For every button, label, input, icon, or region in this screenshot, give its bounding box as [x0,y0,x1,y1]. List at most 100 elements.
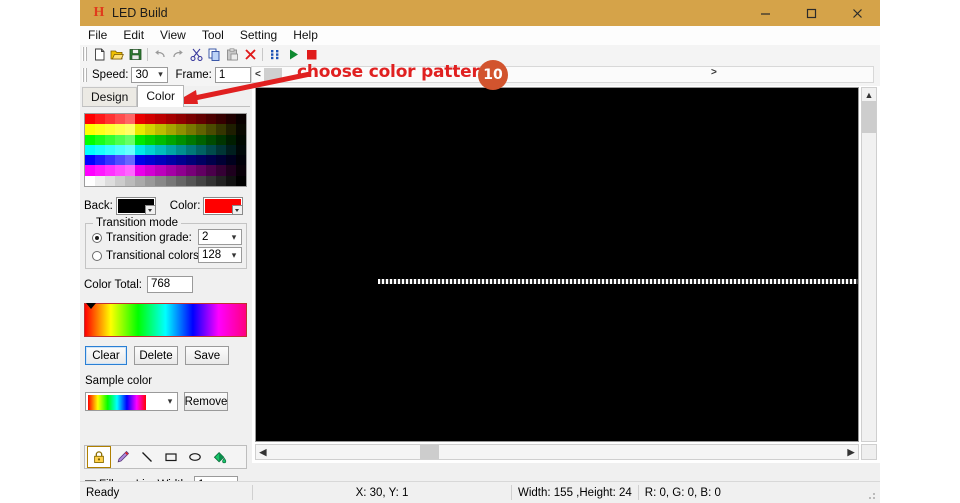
palette-cell[interactable] [205,134,216,145]
palette-cell[interactable] [115,155,126,166]
play-icon[interactable] [284,46,302,62]
palette-cell[interactable] [195,114,206,125]
cut-icon[interactable] [187,46,205,62]
palette-cell[interactable] [215,144,226,156]
menu-view[interactable]: View [152,26,194,45]
palette-cell[interactable] [185,134,196,145]
palette-cell[interactable] [85,155,96,166]
palette-cell[interactable] [175,114,186,125]
palette-cell[interactable] [195,144,206,156]
led-canvas[interactable] [255,87,859,442]
palette-cell[interactable] [225,144,236,156]
gradient-preview-bar[interactable] [84,303,247,337]
palette-cell[interactable] [175,155,186,166]
palette-cell[interactable] [195,175,206,186]
minimize-button[interactable] [742,0,788,26]
palette-cell[interactable] [165,124,176,135]
palette-cell[interactable] [85,114,96,125]
palette-cell[interactable] [175,144,186,156]
palette-cell[interactable] [115,165,126,176]
palette-cell[interactable] [205,124,216,135]
transition-grade-radio[interactable] [92,233,102,243]
toolbar-grip[interactable] [82,47,87,61]
palette-cell[interactable] [225,134,236,145]
palette-cell[interactable] [215,124,226,135]
save-button[interactable]: Save [185,346,229,365]
palette-cell[interactable] [155,124,166,135]
palette-cell[interactable] [115,134,126,145]
transitional-colors-radio[interactable] [92,251,102,261]
palette-cell[interactable] [145,155,156,166]
sample-color-select[interactable]: ▾ [85,392,178,411]
palette-cell[interactable] [205,155,216,166]
palette-cell[interactable] [95,175,106,186]
palette-cell[interactable] [135,144,146,156]
undo-icon[interactable] [151,46,169,62]
fore-color-picker[interactable] [203,197,244,215]
palette-cell[interactable] [85,124,96,135]
grid-icon[interactable] [266,46,284,62]
palette-cell[interactable] [175,165,186,176]
palette-cell[interactable] [195,155,206,166]
vertical-scroll-thumb[interactable] [862,101,876,133]
palette-cell[interactable] [205,165,216,176]
palette-cell[interactable] [115,175,126,186]
palette-cell[interactable] [145,114,156,125]
palette-cell[interactable] [135,124,146,135]
menu-tool[interactable]: Tool [194,26,232,45]
palette-cell[interactable] [165,155,176,166]
palette-cell[interactable] [185,124,196,135]
palette-cell[interactable] [145,124,156,135]
horizontal-scroll-thumb[interactable] [420,445,439,459]
ellipse-icon[interactable] [183,446,207,468]
palette-cell[interactable] [155,165,166,176]
palette-cell[interactable] [175,124,186,135]
vertical-scrollbar[interactable]: ▲ [861,87,877,442]
palette-cell[interactable] [95,114,106,125]
palette-cell[interactable] [225,155,236,166]
palette-cell[interactable] [155,155,166,166]
palette-cell[interactable] [85,134,96,145]
palette-cell[interactable] [235,134,246,145]
lock-icon[interactable] [87,446,111,468]
palette-cell[interactable] [185,165,196,176]
palette-cell[interactable] [115,124,126,135]
palette-cell[interactable] [215,175,226,186]
palette-cell[interactable] [215,134,226,145]
palette-cell[interactable] [175,175,186,186]
chevron-down-icon[interactable] [144,205,155,214]
palette-cell[interactable] [185,144,196,156]
palette-cell[interactable] [125,155,136,166]
palette-cell[interactable] [165,144,176,156]
palette-cell[interactable] [185,155,196,166]
palette-cell[interactable] [95,134,106,145]
pencil-icon[interactable] [111,446,135,468]
palette-cell[interactable] [105,155,116,166]
palette-cell[interactable] [145,134,156,145]
palette-cell[interactable] [145,165,156,176]
palette-cell[interactable] [235,144,246,156]
palette-cell[interactable] [215,155,226,166]
stop-icon[interactable] [302,46,320,62]
speedbar-grip[interactable] [82,67,87,82]
palette-cell[interactable] [125,134,136,145]
save-icon[interactable] [126,46,144,62]
horizontal-scrollbar[interactable]: ◀ ▶ [255,444,859,460]
tab-color[interactable]: Color [137,85,185,107]
palette-cell[interactable] [135,134,146,145]
clear-button[interactable]: Clear [85,346,127,365]
palette-cell[interactable] [105,114,116,125]
palette-cell[interactable] [105,124,116,135]
color-total-input[interactable]: 768 [146,276,193,293]
palette-cell[interactable] [185,175,196,186]
palette-cell[interactable] [155,134,166,145]
palette-cell[interactable] [125,165,136,176]
menu-file[interactable]: File [80,26,115,45]
chevron-down-icon[interactable] [232,205,243,214]
palette-cell[interactable] [145,144,156,156]
palette-cell[interactable] [225,114,236,125]
color-palette-grid[interactable] [84,113,247,187]
palette-cell[interactable] [155,175,166,186]
delete-button[interactable]: Delete [134,346,178,365]
palette-cell[interactable] [175,134,186,145]
